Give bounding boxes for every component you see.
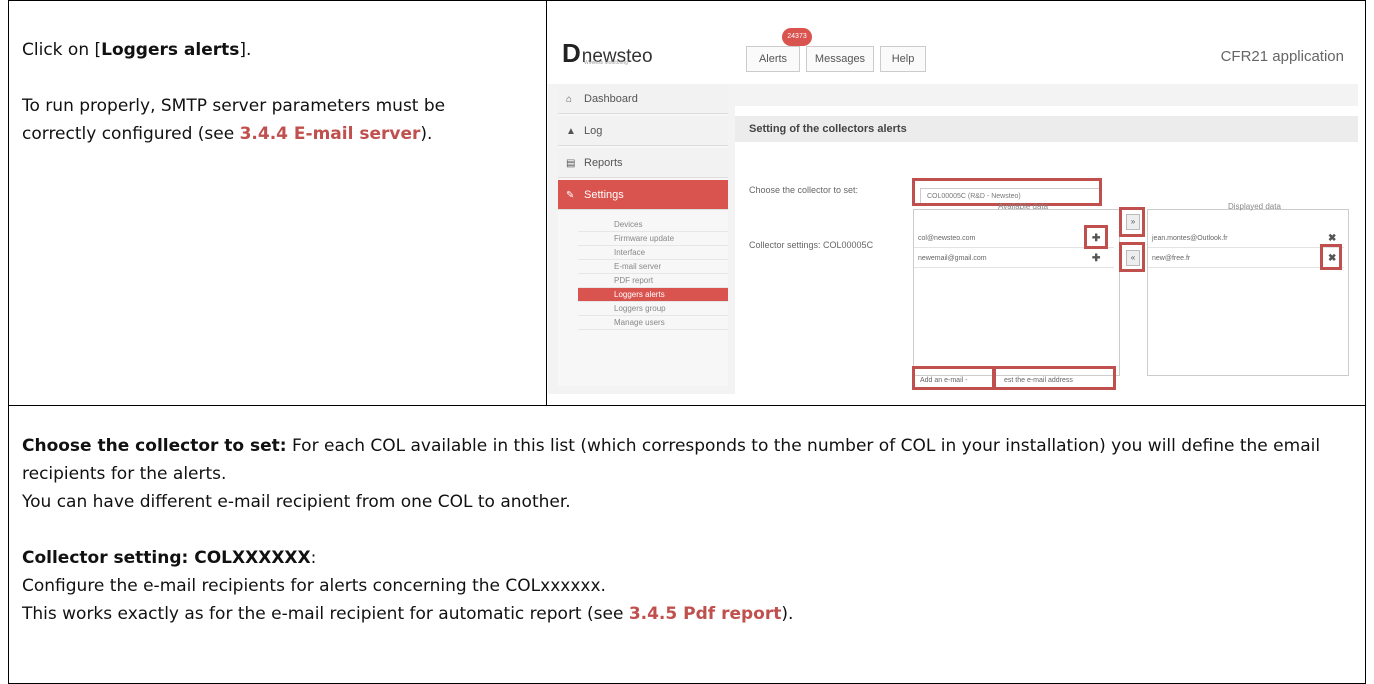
highlight-move-right: [1119, 207, 1145, 237]
works-end: ).: [781, 604, 794, 624]
app-screenshot: Dnewsteo Wireless Monitoring Alerts 24373…: [548, 14, 1358, 394]
app-title: CFR21 application: [1220, 48, 1344, 65]
panel-title: Setting of the collectors alerts: [735, 116, 1358, 142]
displayed-email-row[interactable]: new@free.fr: [1148, 250, 1344, 268]
row-divider: [9, 405, 1365, 406]
settings-sub-interface[interactable]: Interface: [578, 246, 728, 260]
works-text: This works exactly as for the e-mail rec…: [22, 604, 629, 624]
wrench-icon: ✎: [566, 190, 575, 201]
add-icon[interactable]: ✚: [1092, 253, 1100, 264]
email-server-link[interactable]: 3.4.4 E-mail server: [240, 124, 421, 144]
works-paragraph: This works exactly as for the e-mail rec…: [22, 600, 1352, 628]
alerts-badge: 24373: [782, 28, 812, 46]
highlight-add-button: [1084, 225, 1108, 249]
collector-colon: :: [310, 548, 317, 568]
displayed-email-row[interactable]: jean.montes@Outlook.fr: [1148, 230, 1344, 248]
sidebar: ⌂ Dashboard ▲ Log ▤ Reports ✎ Settings Devic…: [558, 84, 728, 386]
displayed-data-header: Displayed data: [1228, 202, 1281, 211]
tab-help[interactable]: Help: [880, 46, 926, 72]
different-paragraph: You can have different e-mail recipient …: [22, 492, 571, 512]
log-icon: ▲: [566, 126, 576, 137]
sidebar-item-label: Log: [584, 125, 603, 137]
settings-sub-manage-users[interactable]: Manage users: [578, 316, 728, 330]
explanation-cell: Choose the collector to set: For each CO…: [22, 432, 1352, 628]
highlight-remove-button: [1320, 244, 1342, 270]
collector-paragraph: Collector setting: COLXXXXXX:: [22, 544, 1352, 572]
highlight-move-left: [1119, 242, 1145, 272]
sidebar-item-label: Reports: [584, 157, 623, 169]
sidebar-item-dashboard[interactable]: ⌂ Dashboard: [558, 84, 728, 114]
configure-paragraph: Configure the e-mail recipients for aler…: [22, 576, 606, 596]
note-paragraph: To run properly, SMTP server parameters …: [22, 92, 522, 148]
settings-sub-email-server[interactable]: E-mail server: [578, 260, 728, 274]
pdf-report-link[interactable]: 3.4.5 Pdf report: [629, 604, 782, 624]
sidebar-item-label: Settings: [584, 189, 624, 201]
highlight-add-email: [912, 366, 996, 390]
settings-sub-firmware[interactable]: Firmware update: [578, 232, 728, 246]
instruction-suffix: ].: [239, 40, 252, 60]
choose-collector-label: Choose the collector to set:: [749, 185, 859, 195]
settings-sub-pdf-report[interactable]: PDF report: [578, 274, 728, 288]
available-email-row[interactable]: newemail@gmail.com: [914, 250, 1114, 268]
sidebar-item-log[interactable]: ▲ Log: [558, 116, 728, 146]
instruction-prefix: Click on [: [22, 40, 102, 60]
settings-sub-loggers-group[interactable]: Loggers group: [578, 302, 728, 316]
column-divider: [546, 1, 547, 405]
sidebar-item-settings[interactable]: ✎ Settings: [558, 180, 728, 210]
tab-alerts[interactable]: Alerts: [746, 46, 800, 72]
tab-messages[interactable]: Messages: [806, 46, 874, 72]
collector-settings-label: Collector settings: COL00005C: [749, 240, 874, 250]
highlight-email-input: [992, 366, 1116, 390]
logo-tagline: Wireless Monitoring: [584, 60, 628, 66]
remove-icon[interactable]: ✖: [1328, 233, 1336, 244]
settings-sub-loggers-alerts[interactable]: Loggers alerts: [578, 288, 728, 302]
newsteo-logo: Dnewsteo Wireless Monitoring: [562, 38, 653, 68]
home-icon: ⌂: [566, 94, 573, 105]
sidebar-item-reports[interactable]: ▤ Reports: [558, 148, 728, 178]
sidebar-item-label: Dashboard: [584, 93, 638, 105]
choose-paragraph: Choose the collector to set: For each CO…: [22, 432, 1352, 488]
note-end: ).: [420, 124, 433, 144]
reports-icon: ▤: [566, 158, 576, 169]
settings-sub-devices[interactable]: Devices: [578, 218, 728, 232]
instruction-bold: Loggers alerts: [101, 40, 240, 60]
collector-bold: Collector setting: COLXXXXXX: [22, 548, 311, 568]
available-data-header: Available data: [998, 202, 1049, 211]
choose-bold: Choose the collector to set:: [22, 436, 287, 456]
instruction-paragraph: Click on [Loggers alerts].: [22, 36, 522, 64]
top-bar: Dnewsteo Wireless Monitoring Alerts 24373…: [548, 14, 1358, 84]
instruction-cell: Click on [Loggers alerts]. To run proper…: [22, 36, 522, 176]
